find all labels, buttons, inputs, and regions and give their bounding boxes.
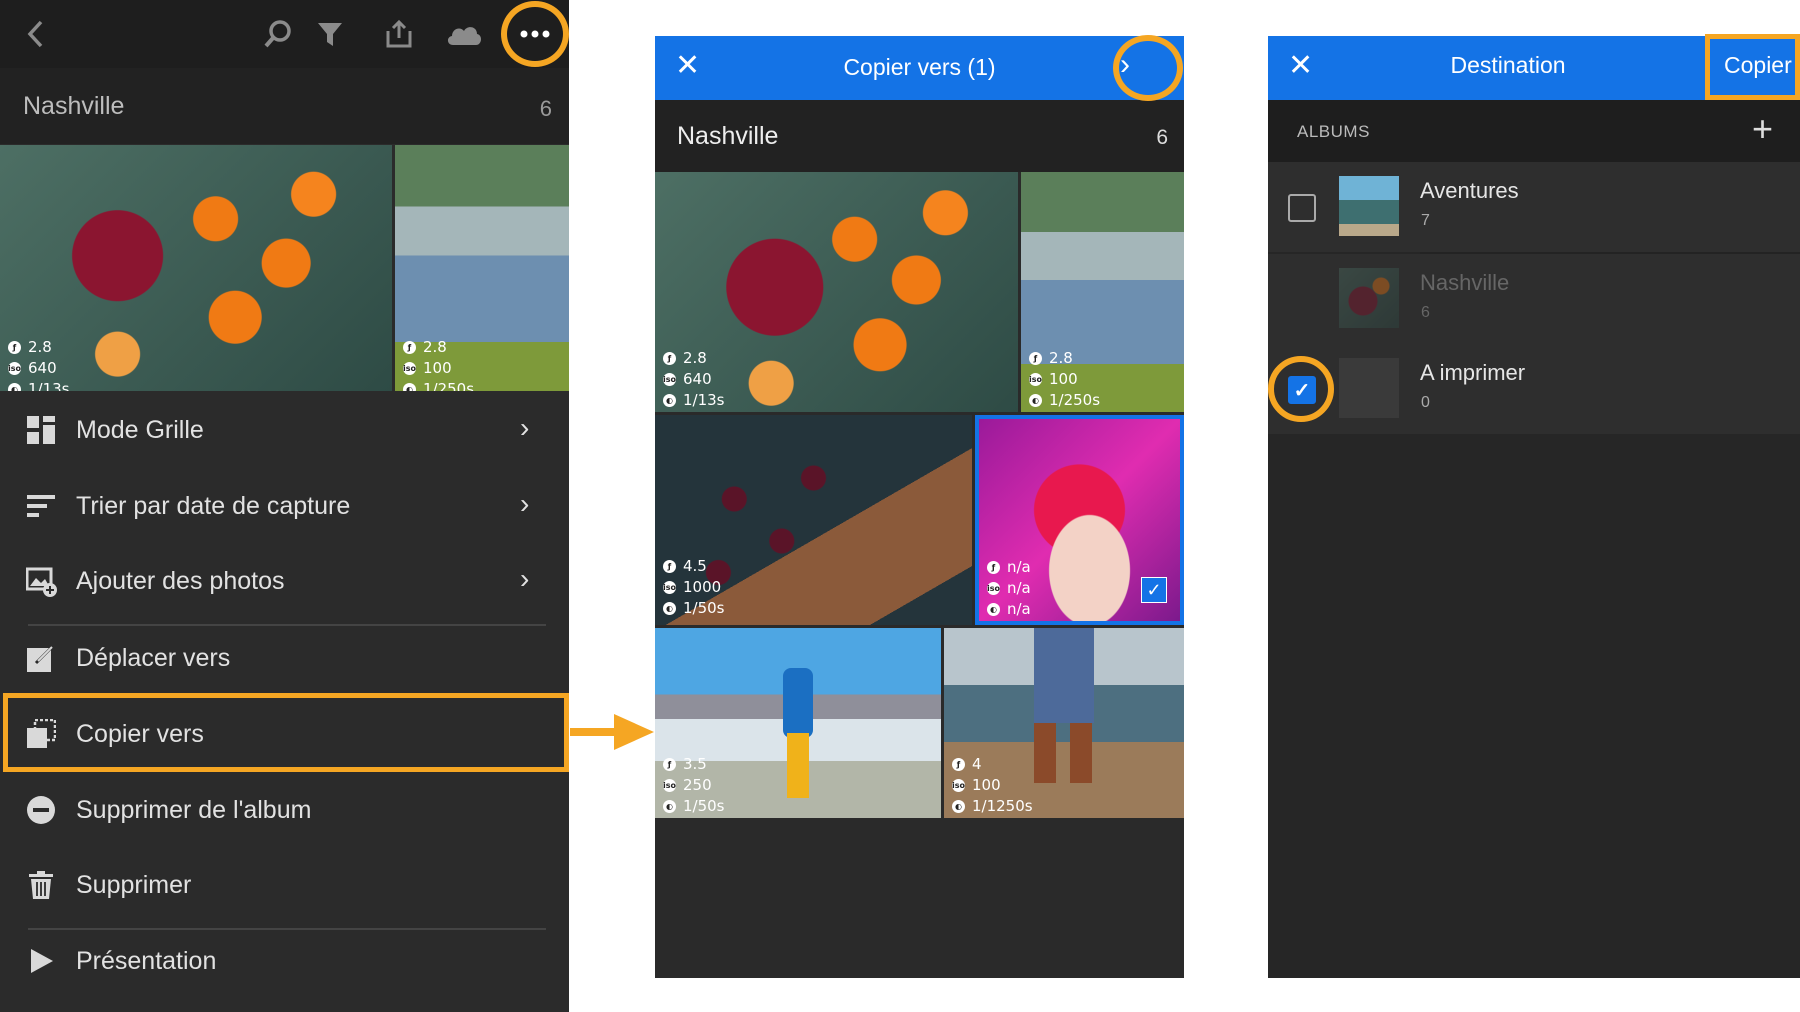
menu-item-label: Présentation xyxy=(76,947,217,975)
play-icon xyxy=(26,946,58,978)
menu-item-grid-mode[interactable]: Mode Grille › xyxy=(0,394,569,470)
menu-item-copy-to[interactable]: Copier vers xyxy=(0,698,569,774)
photo-metadata: ƒ 3.5 iso 250 ◐ 1/50s xyxy=(663,755,725,815)
photo-metadata: ƒ 2.8 iso 100 ◐ 1/250s xyxy=(403,337,474,391)
menu-item-label: Trier par date de capture xyxy=(76,492,351,520)
photo-metadata: ƒ 2.8 iso 640 ◐ 1/13s xyxy=(663,349,725,409)
album-name: Nashville xyxy=(1420,270,1510,295)
menu-item-slideshow[interactable]: Présentation xyxy=(0,925,569,1001)
add-photo-icon xyxy=(25,566,58,598)
copy-icon xyxy=(26,718,58,751)
context-menu: Mode Grille › Trier par date de capture … xyxy=(0,392,569,1012)
photo-metadata: ƒ4 iso 100 ◐ 1/1250s xyxy=(952,755,1033,815)
album-row-aventures[interactable]: Aventures 7 xyxy=(1268,162,1800,252)
sort-icon xyxy=(26,491,58,523)
share-icon[interactable] xyxy=(377,12,421,56)
add-album-icon[interactable]: + xyxy=(1752,108,1773,150)
chevron-right-icon: › xyxy=(520,412,530,443)
destination-panel: ✕ Destination Copier ALBUMS + Aventures … xyxy=(1268,36,1800,978)
back-icon[interactable] xyxy=(14,12,58,56)
album-count: 6 xyxy=(1156,126,1168,149)
copy-to-panel: ✕ Copier vers (1) › Nashville 6 ƒ 2.8 iso… xyxy=(655,36,1184,978)
photo-tile-selected[interactable]: ƒ n/a iso n/a ◐ n/a ✓ xyxy=(975,415,1184,625)
minus-circle-icon xyxy=(26,795,58,827)
album-row-a-imprimer[interactable]: ✓ A imprimer 0 xyxy=(1268,344,1800,434)
menu-item-label: Copier vers xyxy=(76,720,204,748)
photo-strip: ƒ 2.8 iso 640 ◐ 1/13s ƒ 2.8 iso 100 ◐ 1/250s xyxy=(0,145,569,391)
chevron-right-icon: › xyxy=(520,488,530,519)
menu-item-delete[interactable]: Supprimer xyxy=(0,849,569,925)
chevron-right-icon[interactable]: › xyxy=(1120,48,1130,82)
filter-icon[interactable] xyxy=(308,12,352,56)
menu-item-label: Mode Grille xyxy=(76,416,204,444)
photo-tile[interactable]: ƒ4 iso 100 ◐ 1/1250s xyxy=(944,628,1184,818)
menu-item-sort[interactable]: Trier par date de capture › xyxy=(0,470,569,546)
album-count: 7 xyxy=(1421,212,1430,229)
menu-item-add-photos[interactable]: Ajouter des photos › xyxy=(0,545,569,621)
arrow-right-icon xyxy=(570,714,654,750)
trash-icon xyxy=(26,870,58,902)
more-icon[interactable] xyxy=(513,12,557,56)
menu-item-label: Ajouter des photos xyxy=(76,567,285,595)
album-name: A imprimer xyxy=(1420,360,1526,385)
menu-item-label: Supprimer xyxy=(76,871,192,899)
photo-tile[interactable]: ƒ 2.8 iso 100 ◐ 1/250s xyxy=(395,145,569,391)
album-title: Nashville xyxy=(677,122,779,150)
photo-tile[interactable]: ƒ 2.8 iso 100 ◐ 1/250s xyxy=(1021,172,1184,412)
search-icon[interactable] xyxy=(256,12,300,56)
destination-title: Destination xyxy=(1450,52,1566,78)
copy-to-header: ✕ Copier vers (1) › xyxy=(655,36,1184,100)
photo-metadata: ƒ n/a iso n/a ◐ n/a xyxy=(987,558,1031,618)
album-checkbox-checked[interactable]: ✓ xyxy=(1288,376,1316,404)
album-thumbnail xyxy=(1339,358,1399,418)
photo-tile[interactable]: ƒ 2.8 iso 640 ◐ 1/13s xyxy=(655,172,1018,412)
photo-metadata: ƒ 2.8 iso 100 ◐ 1/250s xyxy=(1029,349,1101,409)
photo-metadata: ƒ 2.8 iso 640 ◐ 1/13s xyxy=(8,337,70,391)
album-row-nashville: Nashville 6 xyxy=(1268,254,1800,344)
album-thumbnail xyxy=(1339,176,1399,236)
album-name: Aventures xyxy=(1420,178,1519,203)
copy-button[interactable]: Copier xyxy=(1724,52,1792,79)
album-count: 6 xyxy=(539,96,552,121)
album-panel: Nashville 6 ƒ 2.8 iso 640 ◐ 1/13s ƒ 2.8 iso 1… xyxy=(0,0,569,1012)
menu-item-label: Déplacer vers xyxy=(76,644,231,672)
album-count: 0 xyxy=(1421,394,1430,411)
chevron-right-icon: › xyxy=(520,563,530,594)
albums-label: ALBUMS xyxy=(1297,122,1370,141)
menu-item-remove-from-album[interactable]: Supprimer de l'album xyxy=(0,774,569,850)
photo-tile[interactable]: ƒ 2.8 iso 640 ◐ 1/13s xyxy=(0,145,392,391)
album-count: 6 xyxy=(1421,304,1430,321)
album-thumbnail xyxy=(1339,268,1399,328)
photo-tile[interactable]: ƒ 4.5 iso 1000 ◐ 1/50s xyxy=(655,415,972,625)
album-title: Nashville xyxy=(23,92,125,120)
checkmark-icon[interactable]: ✓ xyxy=(1141,577,1167,603)
album-header: Nashville 6 xyxy=(655,100,1184,172)
cloud-icon[interactable] xyxy=(442,12,486,56)
menu-item-label: Supprimer de l'album xyxy=(76,796,312,824)
album-checkbox[interactable] xyxy=(1288,194,1316,222)
album-header: Nashville 6 xyxy=(0,68,569,144)
grid-icon xyxy=(26,415,58,447)
destination-header: ✕ Destination Copier xyxy=(1268,36,1800,100)
photo-tile[interactable]: ƒ 3.5 iso 250 ◐ 1/50s xyxy=(655,628,941,818)
photo-metadata: ƒ 4.5 iso 1000 ◐ 1/50s xyxy=(663,557,725,617)
copy-to-title: Copier vers (1) xyxy=(843,54,996,80)
move-icon xyxy=(26,643,58,675)
top-toolbar xyxy=(0,0,569,68)
albums-section-header: ALBUMS + xyxy=(1268,100,1800,162)
menu-item-move-to[interactable]: Déplacer vers xyxy=(0,622,569,698)
